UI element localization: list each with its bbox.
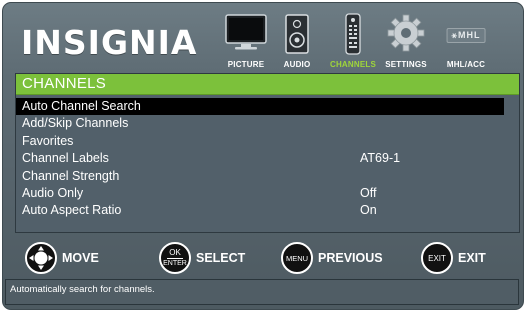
tab-settings[interactable]: SETTINGS <box>376 11 436 69</box>
menu-item-label: Channel Labels <box>22 151 109 166</box>
tab-audio[interactable]: AUDIO <box>267 11 327 69</box>
menu-key-text: MENU <box>285 254 309 263</box>
ok-key-bottom: ENTER <box>163 260 187 267</box>
menu-item-label: Add/Skip Channels <box>22 116 129 131</box>
menu-item-label: Audio Only <box>22 185 84 200</box>
brand-logo: INSIGNIA <box>21 23 198 62</box>
ok-enter-icon: OK ENTER <box>159 242 191 274</box>
move-label: MOVE <box>62 251 99 265</box>
menu-item-channel-labels[interactable]: Channel Labels AT69-1 <box>16 150 519 167</box>
menu-item-label: Channel Strength <box>22 168 120 183</box>
tv-menu-frame: INSIGNIA PICTURE AUDIO CHANNELS SETTINGS… <box>2 2 524 310</box>
menu-item-auto-channel-search[interactable]: Auto Channel Search <box>16 98 504 116</box>
channels-menu-list: Auto Channel Search Add/Skip Channels Fa… <box>16 98 519 220</box>
tab-mhl-acc[interactable]: ⚹MHL MHL/ACC <box>436 11 496 69</box>
menu-item-value: Off <box>360 185 377 200</box>
menu-item-value: AT69-1 <box>360 151 401 166</box>
tab-label: MHL/ACC <box>446 60 486 69</box>
menu-item-label: Favorites <box>22 133 74 148</box>
menu-item-value: On <box>360 203 377 218</box>
mhl-icon: ⚹MHL <box>446 23 486 43</box>
menu-key-icon: MENU <box>281 242 313 274</box>
tv-icon <box>224 13 268 57</box>
menu-item-audio-only[interactable]: Audio Only Off <box>16 185 519 202</box>
tab-label: CHANNELS <box>329 60 377 69</box>
tab-label: SETTINGS <box>385 60 427 69</box>
menu-item-label: Auto Aspect Ratio <box>22 203 122 218</box>
menu-tabs: PICTURE AUDIO CHANNELS SETTINGS ⚹MHL MHL… <box>216 11 521 69</box>
panel-title-bar: CHANNELS <box>16 74 519 95</box>
exit-key-icon: EXIT <box>421 242 453 274</box>
ok-key-top: OK <box>169 248 181 257</box>
gear-icon <box>386 13 426 57</box>
channels-panel: CHANNELS Auto Channel Search Add/Skip Ch… <box>15 73 520 233</box>
exit-key-text: EXIT <box>428 254 446 263</box>
mhl-badge: ⚹MHL <box>446 28 486 43</box>
dpad-icon <box>25 242 57 274</box>
speaker-icon <box>284 13 310 59</box>
remote-icon <box>344 13 362 59</box>
select-label: SELECT <box>196 251 246 265</box>
panel-title: CHANNELS <box>22 75 107 92</box>
menu-item-label: Auto Channel Search <box>22 99 141 113</box>
tab-channels[interactable]: CHANNELS <box>323 11 383 69</box>
menu-item-channel-strength[interactable]: Channel Strength <box>16 168 519 185</box>
previous-label: PREVIOUS <box>318 251 383 265</box>
tab-label: AUDIO <box>283 60 311 69</box>
menu-item-favorites[interactable]: Favorites <box>16 133 519 150</box>
exit-label: EXIT <box>458 251 486 265</box>
menu-item-auto-aspect-ratio[interactable]: Auto Aspect Ratio On <box>16 202 519 219</box>
menu-item-add-skip-channels[interactable]: Add/Skip Channels <box>16 115 519 132</box>
help-text: Automatically search for channels. <box>10 284 155 295</box>
help-status-bar: Automatically search for channels. <box>5 279 519 305</box>
button-hint-bar: MOVE OK ENTER SELECT MENU PREVIOUS EXIT … <box>3 239 523 279</box>
